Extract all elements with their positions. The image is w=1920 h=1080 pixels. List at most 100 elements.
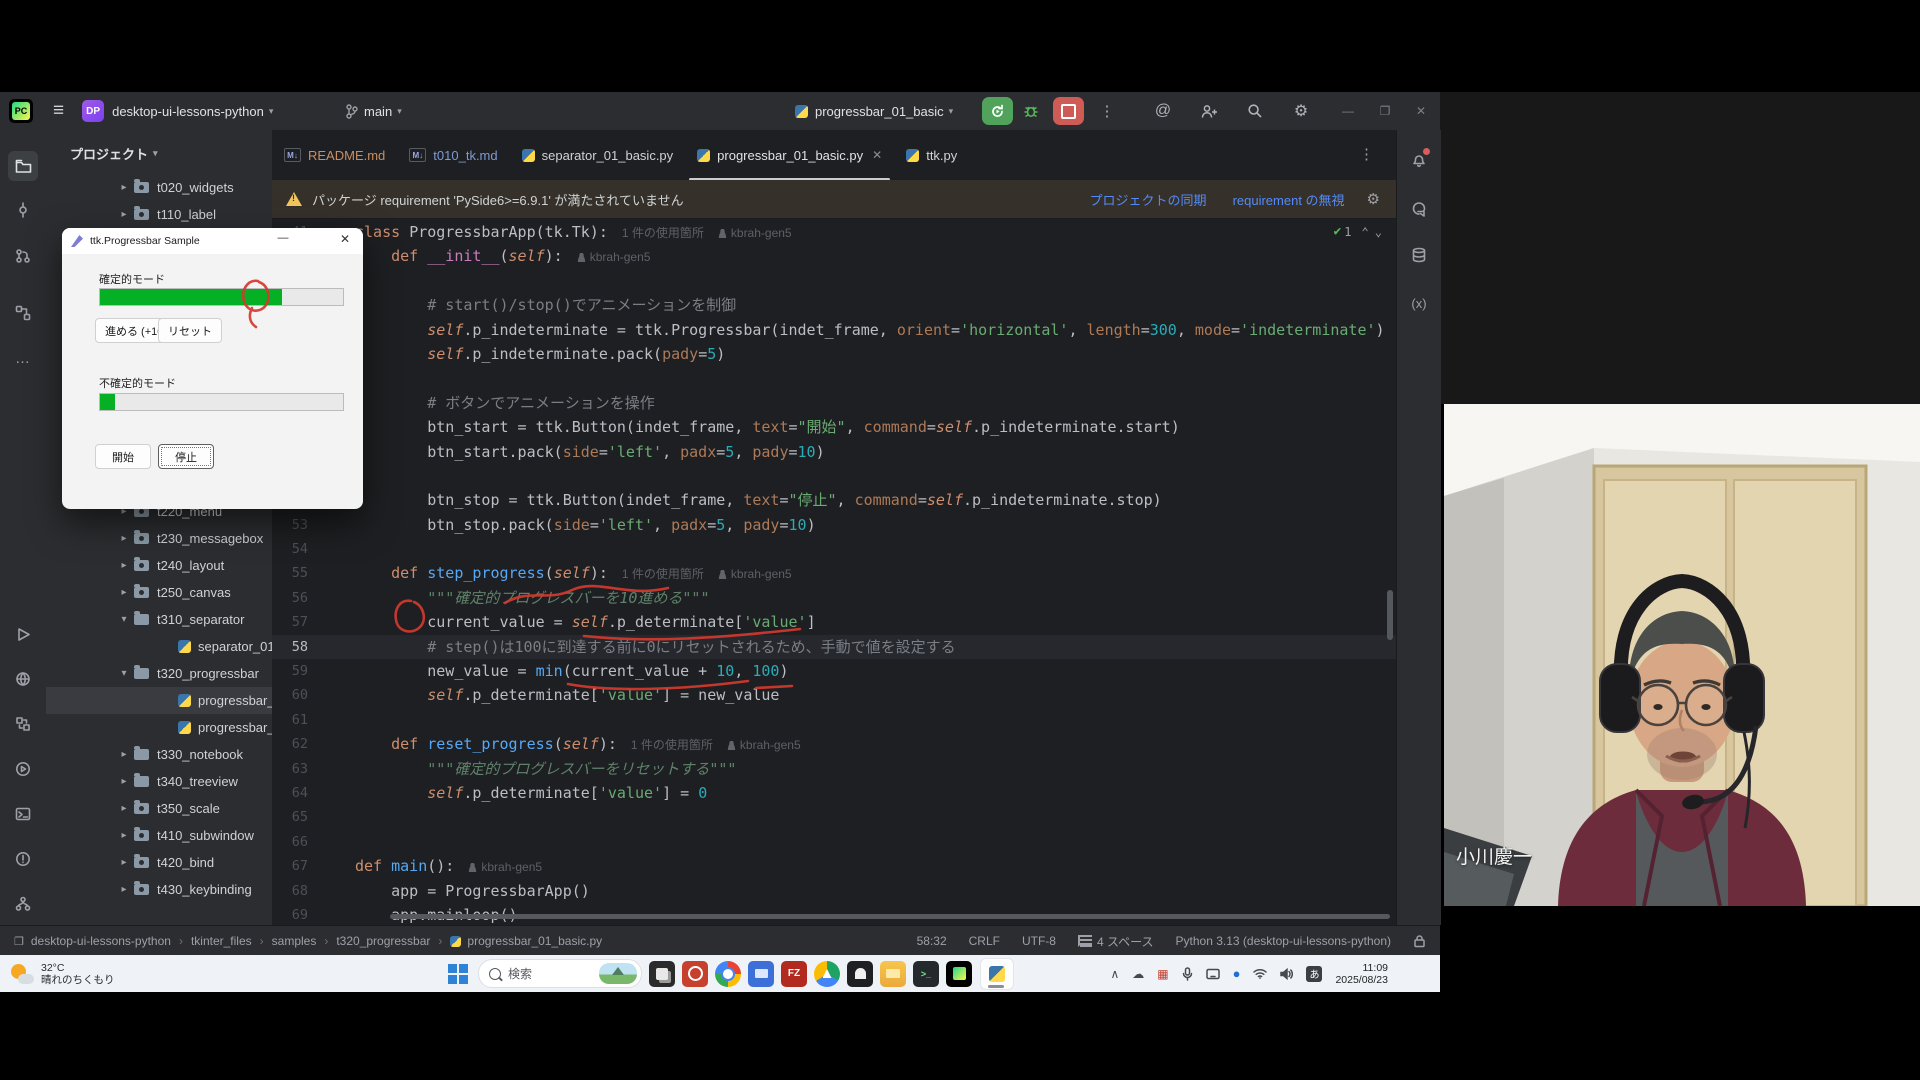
notifications-icon[interactable] xyxy=(1404,145,1434,175)
structure-tool-icon[interactable] xyxy=(8,298,38,328)
taskbar-weather-widget[interactable]: 32°C 晴れのちくもり xyxy=(10,962,115,986)
services-tool-icon[interactable] xyxy=(8,709,38,739)
reset-button[interactable]: リセット xyxy=(158,318,222,343)
tray-microphone-icon[interactable] xyxy=(1182,967,1193,981)
taskbar-app-pycharm[interactable] xyxy=(946,961,972,987)
tree-chevron-icon[interactable]: ▸ xyxy=(114,560,134,571)
editor-tab[interactable]: progressbar_01_basic.py✕ xyxy=(685,130,894,180)
main-menu-icon[interactable]: ≡ xyxy=(53,100,64,122)
commit-tool-icon[interactable] xyxy=(8,195,38,225)
tk-window-titlebar[interactable]: ttk.Progressbar Sample — ✕ xyxy=(62,228,363,254)
taskbar-app-dark[interactable] xyxy=(847,961,873,987)
inspections-widget[interactable]: ✔ 1 ⌃ ⌄ xyxy=(1333,224,1382,239)
database-icon[interactable] xyxy=(1404,240,1434,270)
tray-grid-icon[interactable]: ▦ xyxy=(1157,967,1168,981)
tree-chevron-icon[interactable]: ▸ xyxy=(114,830,134,841)
taskbar-app-remote[interactable] xyxy=(748,961,774,987)
window-close-button[interactable]: ✕ xyxy=(1408,92,1434,130)
tray-blue-dot-icon[interactable]: ● xyxy=(1233,966,1241,981)
tray-tablet-icon[interactable] xyxy=(1206,968,1220,980)
tray-show-hidden-icon[interactable]: ∧ xyxy=(1110,967,1119,981)
tree-item[interactable]: ▸t250_canvas xyxy=(46,579,272,606)
tray-ime-icon[interactable]: あ xyxy=(1306,966,1322,982)
taskbar-app-red[interactable] xyxy=(682,961,708,987)
indent-setting[interactable]: 4 スペース xyxy=(1078,933,1154,950)
tree-item[interactable]: ▸t230_messagebox xyxy=(46,525,272,552)
tree-item[interactable]: ▸t420_bind xyxy=(46,849,272,876)
tree-item[interactable]: ▸t410_subwindow xyxy=(46,822,272,849)
tree-item[interactable]: ▸t020_widgets xyxy=(46,174,272,201)
window-maximize-button[interactable]: ❐ xyxy=(1372,92,1398,130)
add-user-icon[interactable] xyxy=(1196,92,1222,130)
problems-tool-icon[interactable] xyxy=(8,844,38,874)
ignore-requirement-link[interactable]: requirement の無視 xyxy=(1233,190,1345,209)
taskbar-search[interactable]: 検索 xyxy=(478,959,642,988)
stop-button-tk[interactable]: 停止 xyxy=(158,444,214,469)
tree-item[interactable]: ▸t340_treeview xyxy=(46,768,272,795)
vcs-tool-icon[interactable] xyxy=(8,889,38,919)
terminal-tool-icon[interactable] xyxy=(8,799,38,829)
run-tool-icon[interactable] xyxy=(8,619,38,649)
run-config-selector[interactable]: progressbar_01_basic ▾ xyxy=(795,104,953,119)
tab-close-icon[interactable]: ✕ xyxy=(872,148,882,162)
editor-tab[interactable]: M↓t010_tk.md xyxy=(397,130,509,180)
tree-item[interactable]: separator_01_b xyxy=(46,633,272,660)
breadcrumb-item[interactable]: progressbar_01_basic.py xyxy=(467,934,602,948)
more-actions-kebab[interactable]: ⋮ xyxy=(1094,92,1120,130)
tk-progressbar-window[interactable]: ttk.Progressbar Sample — ✕ 確定的モード 進める (+… xyxy=(62,228,363,509)
editor-tab[interactable]: separator_01_basic.py xyxy=(510,130,686,180)
caret-position[interactable]: 58:32 xyxy=(917,934,947,948)
tree-item[interactable]: ▸t350_scale xyxy=(46,795,272,822)
tree-chevron-icon[interactable]: ▸ xyxy=(114,587,134,598)
tree-chevron-icon[interactable]: ▸ xyxy=(114,749,134,760)
branch-selector[interactable]: main ▾ xyxy=(345,104,402,119)
taskbar-app-chrome[interactable] xyxy=(715,961,741,987)
tree-item[interactable]: ▸t240_layout xyxy=(46,552,272,579)
start-button[interactable] xyxy=(448,964,468,984)
taskbar-app-drive[interactable] xyxy=(814,961,840,987)
rerun-button[interactable] xyxy=(982,97,1013,125)
tree-chevron-icon[interactable]: ▸ xyxy=(114,884,134,895)
line-separator[interactable]: CRLF xyxy=(969,934,1000,948)
more-tools-icon[interactable]: … xyxy=(8,343,38,373)
variables-icon[interactable]: (x) xyxy=(1404,288,1434,318)
breadcrumb-item[interactable]: desktop-ui-lessons-python xyxy=(31,934,171,948)
ai-assistant-icon[interactable] xyxy=(1404,194,1434,224)
project-panel-header[interactable]: プロジェクト ▾ xyxy=(70,144,158,163)
sync-project-link[interactable]: プロジェクトの同期 xyxy=(1090,190,1207,209)
editor-horizontal-scrollbar[interactable] xyxy=(390,914,1390,919)
lock-icon[interactable] xyxy=(1413,934,1426,948)
taskbar-app-terminal[interactable]: >_ xyxy=(913,961,939,987)
code-with-me-icon[interactable]: @ xyxy=(1150,92,1176,130)
taskbar-app-explorer[interactable] xyxy=(880,961,906,987)
editor-tab[interactable]: ttk.py xyxy=(894,130,969,180)
pull-requests-tool-icon[interactable] xyxy=(8,241,38,271)
tree-chevron-icon[interactable]: ▸ xyxy=(114,209,134,220)
tree-chevron-icon[interactable]: ▸ xyxy=(114,803,134,814)
tree-chevron-icon[interactable]: ▸ xyxy=(114,857,134,868)
tray-volume-icon[interactable] xyxy=(1280,968,1293,980)
banner-settings-icon[interactable]: ⚙ xyxy=(1367,190,1380,208)
breadcrumb-item[interactable]: samples xyxy=(272,934,317,948)
run-console-tool-icon[interactable] xyxy=(8,754,38,784)
tree-chevron-icon[interactable]: ▸ xyxy=(114,533,134,544)
project-selector[interactable]: DP desktop-ui-lessons-python ▾ xyxy=(82,100,273,122)
stop-button[interactable] xyxy=(1053,97,1084,125)
project-tool-icon[interactable] xyxy=(8,151,38,181)
settings-gear-icon[interactable]: ⚙ xyxy=(1288,92,1314,130)
tray-cloud-icon[interactable]: ☁ xyxy=(1132,967,1144,981)
breadcrumb[interactable]: ❐desktop-ui-lessons-python›tkinter_files… xyxy=(14,934,602,948)
tree-item[interactable]: ▾t320_progressbar xyxy=(46,660,272,687)
editor-tab[interactable]: M↓README.md xyxy=(272,130,397,180)
tree-chevron-icon[interactable]: ▸ xyxy=(114,182,134,193)
tree-item[interactable]: progressbar_0 xyxy=(46,687,272,714)
tray-clock[interactable]: 11:09 2025/08/23 xyxy=(1335,962,1388,986)
search-icon[interactable] xyxy=(1242,92,1268,130)
prev-problem-icon[interactable]: ⌃ xyxy=(1362,225,1369,239)
file-encoding[interactable]: UTF-8 xyxy=(1022,934,1056,948)
tree-item[interactable]: ▾t310_separator xyxy=(46,606,272,633)
window-minimize-button[interactable]: — xyxy=(1335,92,1361,130)
python-interpreter[interactable]: Python 3.13 (desktop-ui-lessons-python) xyxy=(1176,934,1391,948)
tk-close-button[interactable]: ✕ xyxy=(332,232,358,246)
code-editor[interactable]: class ProgressbarApp(tk.Tk):1 件の使用箇所kbra… xyxy=(272,218,1396,925)
